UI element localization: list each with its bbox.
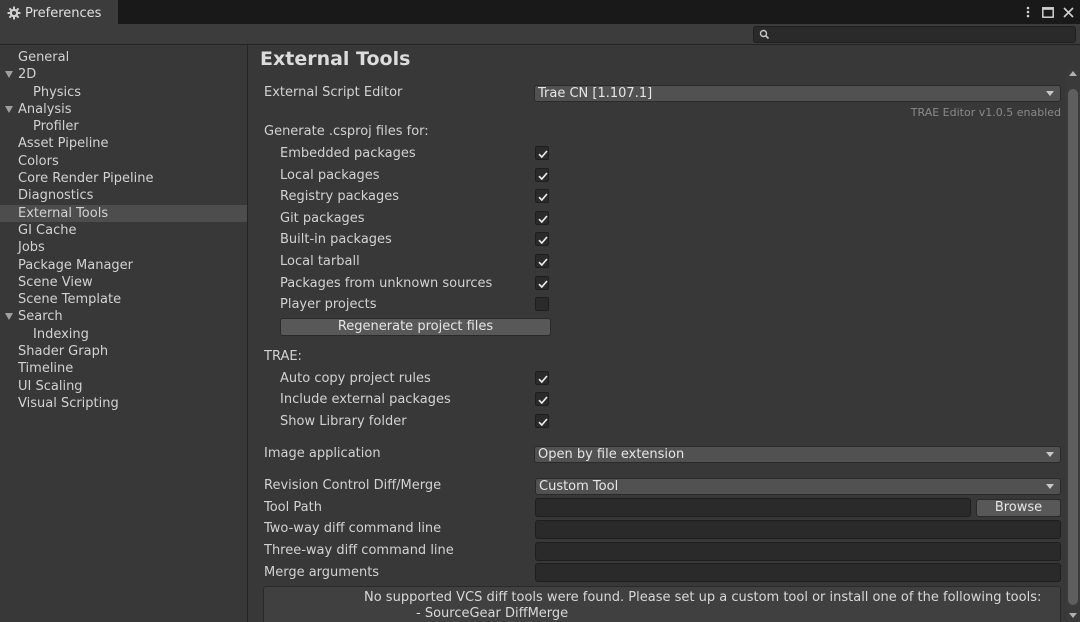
vcs-info-box: No supported VCS diff tools were found. … <box>263 586 1061 622</box>
sidebar-item-jobs[interactable]: Jobs <box>0 239 247 256</box>
option-label: Packages from unknown sources <box>280 276 493 291</box>
image-application-dropdown[interactable]: Open by file extension <box>534 446 1061 463</box>
script-editor-dropdown[interactable]: Trae CN [1.107.1] <box>534 85 1061 102</box>
gear-icon <box>7 6 21 20</box>
expand-arrow-icon[interactable] <box>5 105 13 113</box>
sidebar-item-indexing[interactable]: Indexing <box>0 326 247 343</box>
sidebar-item-package-manager[interactable]: Package Manager <box>0 257 247 274</box>
option-label: Registry packages <box>280 189 400 204</box>
sidebar-item-gi-cache[interactable]: GI Cache <box>0 222 247 239</box>
option-label: Player projects <box>280 297 377 312</box>
sidebar-item-profiler[interactable]: Profiler <box>0 118 247 135</box>
chevron-down-icon <box>1046 484 1054 489</box>
registry-packages-checkbox[interactable] <box>535 189 549 203</box>
maximize-icon[interactable] <box>1042 5 1054 19</box>
auto-copy-rules-checkbox[interactable] <box>535 371 549 385</box>
option-label: Show Library folder <box>280 414 407 429</box>
image-application-label: Image application <box>264 446 381 461</box>
scroll-down-icon[interactable] <box>1069 613 1077 618</box>
sidebar-item-asset-pipeline[interactable]: Asset Pipeline <box>0 135 247 152</box>
two-way-diff-input[interactable] <box>535 520 1061 539</box>
sidebar-item-core-render-pipeline[interactable]: Core Render Pipeline <box>0 170 247 187</box>
tool-path-input[interactable] <box>535 498 971 517</box>
main-panel: External Tools External Script Editor Tr… <box>249 45 1080 622</box>
merge-arguments-input[interactable] <box>535 563 1061 582</box>
two-way-diff-label: Two-way diff command line <box>264 521 442 536</box>
tool-path-label: Tool Path <box>264 500 322 515</box>
page-title: External Tools <box>260 48 411 70</box>
title-bar: Preferences <box>0 0 1080 24</box>
sidebar-item-2d[interactable]: 2D <box>0 66 247 83</box>
sidebar-item-physics[interactable]: Physics <box>0 84 247 101</box>
merge-arguments-label: Merge arguments <box>264 565 380 580</box>
three-way-diff-input[interactable] <box>535 542 1061 561</box>
trae-heading: TRAE: <box>264 349 302 364</box>
close-icon[interactable] <box>1062 5 1074 19</box>
sidebar-item-general[interactable]: General <box>0 49 247 66</box>
revision-control-label: Revision Control Diff/Merge <box>264 478 442 493</box>
sidebar-item-diagnostics[interactable]: Diagnostics <box>0 187 247 204</box>
tab-title: Preferences <box>25 5 102 21</box>
sidebar-item-scene-view[interactable]: Scene View <box>0 274 247 291</box>
expand-arrow-icon[interactable] <box>5 71 13 79</box>
kebab-menu-icon[interactable] <box>1022 5 1034 19</box>
local-packages-checkbox[interactable] <box>535 168 549 182</box>
option-label: Built-in packages <box>280 232 392 247</box>
editor-status-hint: TRAE Editor v1.0.5 enabled <box>910 106 1061 119</box>
sidebar: General 2D Physics Analysis Profiler Ass… <box>0 45 248 622</box>
option-label: Local packages <box>280 168 380 183</box>
embedded-packages-checkbox[interactable] <box>535 146 549 160</box>
search-input[interactable] <box>753 26 1076 43</box>
sidebar-item-external-tools[interactable]: External Tools <box>0 204 247 222</box>
script-editor-label: External Script Editor <box>264 85 403 100</box>
sidebar-item-search[interactable]: Search <box>0 308 247 325</box>
chevron-down-icon <box>1046 91 1054 96</box>
player-projects-checkbox[interactable] <box>535 297 549 311</box>
git-packages-checkbox[interactable] <box>535 211 549 225</box>
option-label: Local tarball <box>280 254 360 269</box>
option-label: Git packages <box>280 211 365 226</box>
preferences-tab[interactable]: Preferences <box>0 0 118 24</box>
toolbar <box>0 24 1080 45</box>
local-tarball-checkbox[interactable] <box>535 254 549 268</box>
expand-arrow-icon[interactable] <box>5 313 13 321</box>
include-external-packages-checkbox[interactable] <box>535 392 549 406</box>
sidebar-item-ui-scaling[interactable]: UI Scaling <box>0 378 247 395</box>
browse-button[interactable]: Browse <box>976 499 1061 517</box>
option-label: Include external packages <box>280 392 451 407</box>
show-library-folder-checkbox[interactable] <box>535 414 549 428</box>
revision-control-dropdown[interactable]: Custom Tool <box>535 478 1061 495</box>
sidebar-item-analysis[interactable]: Analysis <box>0 101 247 118</box>
vertical-scrollbar[interactable] <box>1066 69 1080 622</box>
option-label: Embedded packages <box>280 146 416 161</box>
sidebar-item-colors[interactable]: Colors <box>0 153 247 170</box>
sidebar-item-timeline[interactable]: Timeline <box>0 360 247 377</box>
info-message: No supported VCS diff tools were found. … <box>364 590 1042 605</box>
three-way-diff-label: Three-way diff command line <box>264 543 454 558</box>
scrollbar-thumb[interactable] <box>1068 89 1078 605</box>
option-label: Auto copy project rules <box>280 371 431 386</box>
regenerate-project-files-button[interactable]: Regenerate project files <box>280 318 551 336</box>
unknown-sources-checkbox[interactable] <box>535 276 549 290</box>
builtin-packages-checkbox[interactable] <box>535 232 549 246</box>
chevron-down-icon <box>1046 452 1054 457</box>
sidebar-item-shader-graph[interactable]: Shader Graph <box>0 343 247 360</box>
scroll-up-icon[interactable] <box>1069 71 1077 76</box>
csproj-heading: Generate .csproj files for: <box>264 124 429 139</box>
info-tool-item: - SourceGear DiffMerge <box>416 606 569 621</box>
sidebar-item-scene-template[interactable]: Scene Template <box>0 291 247 308</box>
search-icon <box>759 29 770 40</box>
sidebar-item-visual-scripting[interactable]: Visual Scripting <box>0 395 247 412</box>
